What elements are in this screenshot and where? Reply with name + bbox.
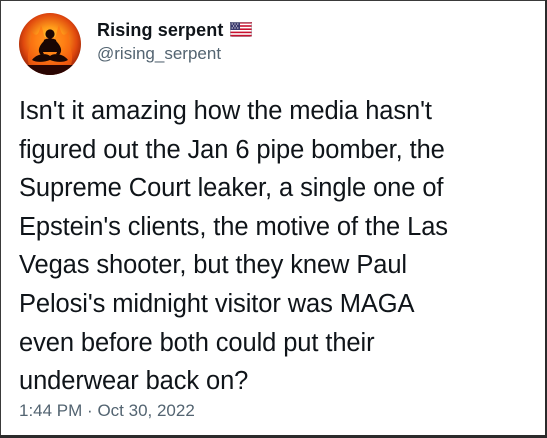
- tweet-line: figured out the Jan 6 pipe bomber, the: [19, 135, 445, 164]
- timestamp-separator: ·: [87, 401, 93, 420]
- author-handle[interactable]: @rising_serpent: [97, 44, 221, 64]
- tweet-line: underwear back on?: [19, 367, 249, 396]
- meditating-figure-icon: [19, 25, 81, 75]
- us-flag-icon: [230, 21, 253, 37]
- tweet-line: Epstein's clients, the motive of the Las: [19, 212, 448, 241]
- tweet-line: even before both could put their: [19, 328, 375, 357]
- tweet-time: 1:44 PM: [19, 401, 83, 420]
- avatar[interactable]: [19, 13, 81, 75]
- tweet-line: Supreme Court leaker, a single one of: [19, 174, 444, 203]
- tweet-date: Oct 30, 2022: [97, 401, 195, 420]
- tweet-text: Isn't it amazing how the media hasn't fi…: [19, 92, 534, 401]
- tweet-line: Vegas shooter, but they knew Paul: [19, 251, 407, 280]
- tweet-timestamp[interactable]: 1:44 PM · Oct 30, 2022: [19, 401, 195, 421]
- author-name-row: Rising serpent: [97, 18, 253, 42]
- tweet-line: Pelosi's midnight visitor was MAGA: [19, 289, 415, 318]
- tweet-line: Isn't it amazing how the media hasn't: [19, 97, 432, 125]
- display-name[interactable]: Rising serpent: [97, 20, 223, 41]
